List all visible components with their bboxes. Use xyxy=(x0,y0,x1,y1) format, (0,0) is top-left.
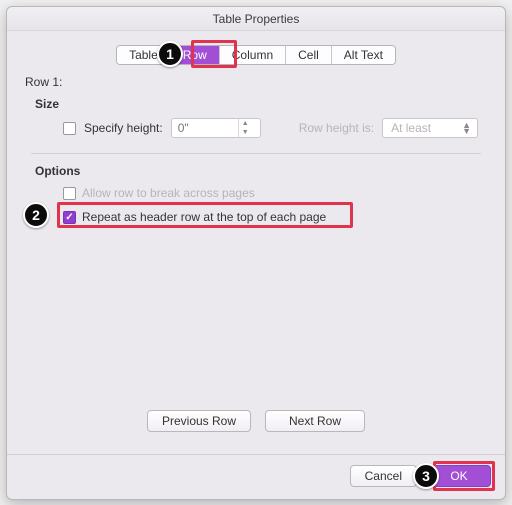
ok-label: OK xyxy=(450,469,467,483)
cancel-button[interactable]: Cancel xyxy=(350,465,417,487)
stepper-down-icon: ▼ xyxy=(239,128,252,137)
updown-icon: ▲▼ xyxy=(462,122,471,134)
tab-table-label: Table xyxy=(129,46,158,64)
row-nav: Previous Row Next Row xyxy=(25,410,487,432)
repeat-header-label: Repeat as header row at the top of each … xyxy=(82,210,326,224)
next-row-button[interactable]: Next Row xyxy=(265,410,365,432)
stepper-up-icon: ▲ xyxy=(239,119,252,128)
height-input-wrap: ▲ ▼ xyxy=(171,118,261,138)
callout-3: 3 xyxy=(413,463,439,489)
tab-column[interactable]: Column xyxy=(219,46,285,64)
window-title: Table Properties xyxy=(7,7,505,31)
specify-height-label: Specify height: xyxy=(84,121,163,135)
repeat-header-row: Repeat as header row at the top of each … xyxy=(63,208,487,226)
next-row-label: Next Row xyxy=(289,414,341,428)
height-stepper[interactable]: ▲ ▼ xyxy=(238,119,252,137)
spacer xyxy=(25,226,487,410)
size-row: Specify height: ▲ ▼ Row height is: At le… xyxy=(63,117,487,139)
options-group: Allow row to break across pages Repeat a… xyxy=(63,184,487,226)
specify-height-checkbox[interactable] xyxy=(63,122,76,135)
callout-1: 1 xyxy=(157,41,183,67)
divider xyxy=(31,153,481,154)
tab-alttext-label: Alt Text xyxy=(344,46,383,64)
allow-break-checkbox[interactable] xyxy=(63,187,76,200)
tab-cell[interactable]: Cell xyxy=(285,46,331,64)
dialog-body: Table Row Column Cell Alt Text 1 Row 1: … xyxy=(7,31,505,454)
tab-row-label: Row xyxy=(183,46,207,64)
allow-break-label: Allow row to break across pages xyxy=(82,186,255,200)
cancel-label: Cancel xyxy=(365,469,402,483)
tab-column-label: Column xyxy=(232,46,273,64)
dialog-footer: Cancel OK 3 xyxy=(7,454,505,499)
tab-alttext[interactable]: Alt Text xyxy=(331,46,395,64)
row-height-is-label: Row height is: xyxy=(299,121,374,135)
row-height-dropdown-value: At least xyxy=(391,121,431,135)
allow-break-row: Allow row to break across pages xyxy=(63,184,487,202)
tab-cell-label: Cell xyxy=(298,46,319,64)
previous-row-label: Previous Row xyxy=(162,414,236,428)
height-input[interactable] xyxy=(172,119,238,137)
tabs-container: Table Row Column Cell Alt Text 1 xyxy=(25,45,487,65)
row-height-dropdown[interactable]: At least ▲▼ xyxy=(382,118,478,138)
options-section-title: Options xyxy=(35,164,487,178)
table-properties-dialog: Table Properties Table Row Column Cell A… xyxy=(6,6,506,500)
previous-row-button[interactable]: Previous Row xyxy=(147,410,251,432)
row-number-label: Row 1: xyxy=(25,75,487,89)
repeat-header-checkbox[interactable] xyxy=(63,211,76,224)
callout-2: 2 xyxy=(23,202,49,228)
size-section-title: Size xyxy=(35,97,487,111)
